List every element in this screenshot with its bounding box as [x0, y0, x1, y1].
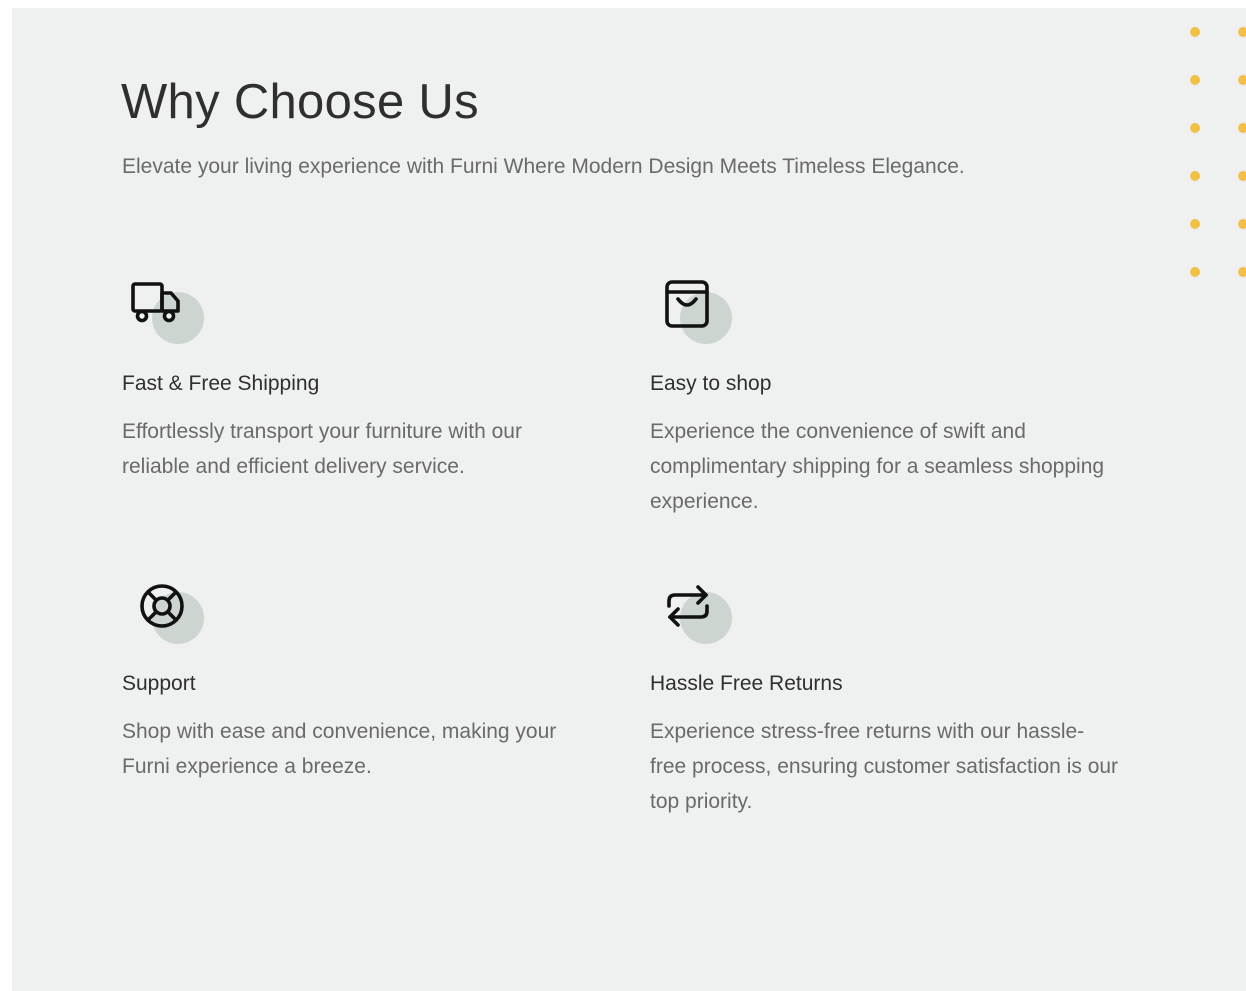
decorative-dot [1190, 75, 1200, 85]
decorative-dot [1190, 267, 1200, 277]
feature-title: Easy to shop [650, 372, 772, 395]
decorative-dot [1238, 123, 1246, 133]
decorative-dot [1190, 123, 1200, 133]
feature-icon-wrap [122, 578, 212, 650]
feature-description: Experience the convenience of swift and … [650, 420, 1105, 513]
feature-fast-free-shipping: Fast & Free Shipping Effortlessly transp… [122, 278, 602, 478]
feature-hassle-free-returns: Hassle Free Returns Experience stress-fr… [650, 578, 1130, 813]
decorative-dot [1238, 171, 1246, 181]
feature-description: Shop with ease and convenience, making y… [122, 720, 557, 778]
decorative-dot [1238, 219, 1246, 229]
lifebuoy-icon [128, 578, 188, 638]
shopping-bag-icon [656, 278, 716, 338]
feature-title: Support [122, 672, 196, 695]
feature-icon-wrap [122, 278, 212, 350]
decorative-dot [1190, 171, 1200, 181]
section-subtitle: Elevate your living experience with Furn… [122, 155, 965, 178]
truck-icon [128, 278, 188, 338]
decorative-dot [1238, 27, 1246, 37]
decorative-dot-pattern [1190, 27, 1246, 297]
feature-title: Fast & Free Shipping [122, 372, 320, 395]
feature-support: Support Shop with ease and convenience, … [122, 578, 602, 778]
feature-description: Effortlessly transport your furniture wi… [122, 420, 522, 478]
section-title: Why Choose Us [121, 75, 479, 129]
feature-description: Experience stress-free returns with our … [650, 720, 1119, 813]
decorative-dot [1238, 75, 1246, 85]
feature-icon-wrap [650, 578, 740, 650]
decorative-dot [1238, 267, 1246, 277]
return-arrows-icon [656, 578, 716, 638]
feature-title: Hassle Free Returns [650, 672, 843, 695]
decorative-dot [1190, 27, 1200, 37]
decorative-dot [1190, 219, 1200, 229]
feature-easy-to-shop: Easy to shop Experience the convenience … [650, 278, 1130, 513]
why-choose-us-section: Why Choose Us Elevate your living experi… [12, 8, 1246, 991]
feature-icon-wrap [650, 278, 740, 350]
